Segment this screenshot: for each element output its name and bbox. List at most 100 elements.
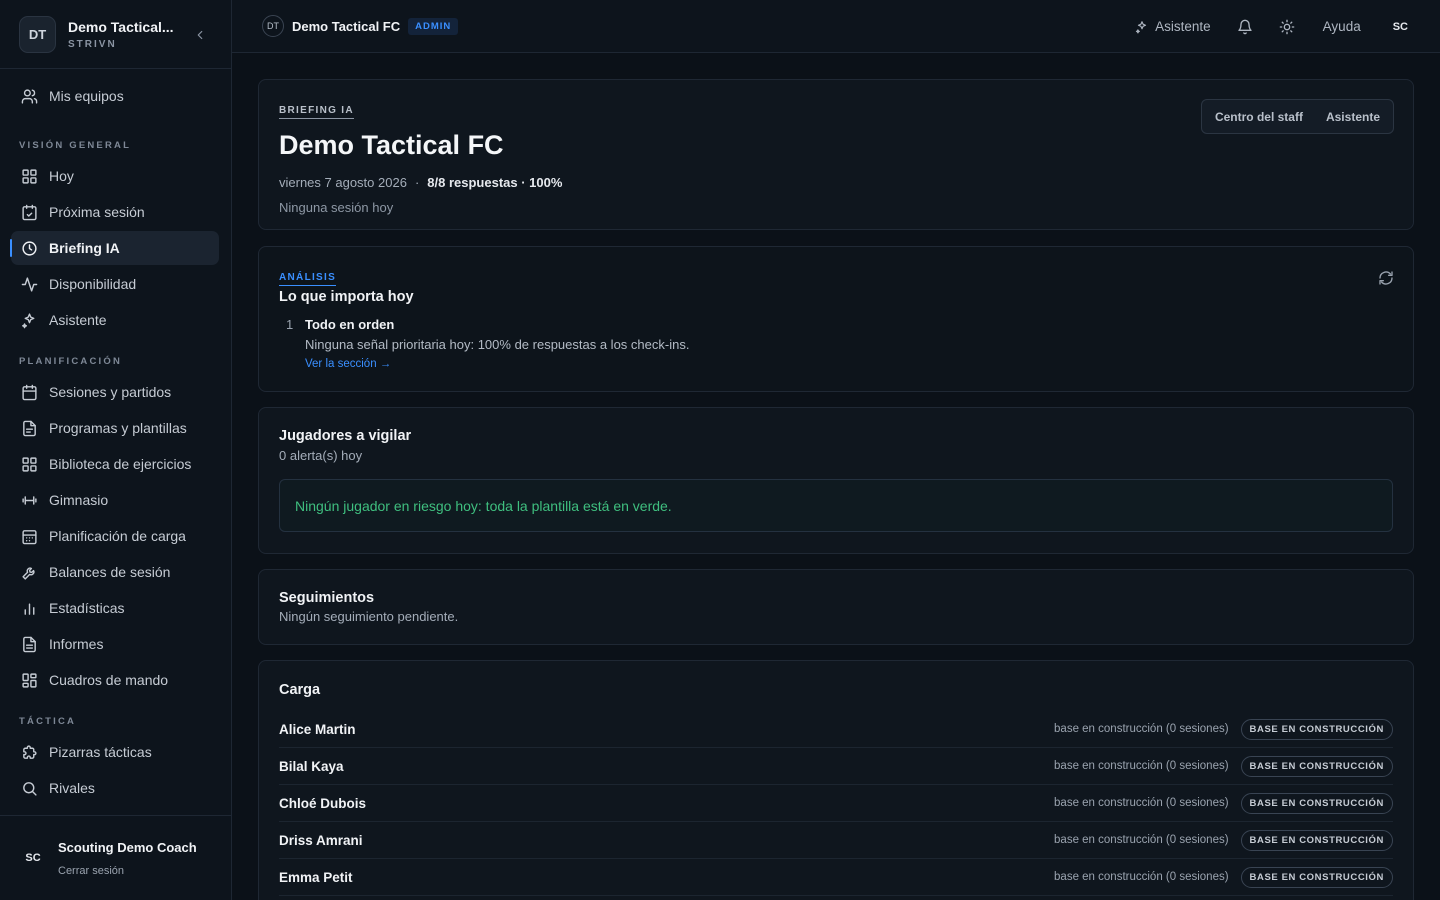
player-name: Bilal Kaya [279,758,344,774]
sun-icon[interactable] [1279,19,1295,35]
sidebar-item-programas-y-plantillas[interactable]: Programas y plantillas [11,411,219,445]
watch-ok-message: Ningún jugador en riesgo hoy: toda la pl… [279,479,1393,532]
watch-sub: 0 alerta(s) hoy [279,448,363,463]
sidebar-item-balances-de-sesión[interactable]: Balances de sesión [11,555,219,589]
watch-title: Jugadores a vigilar [279,428,412,444]
sidebar-item-label: Asistente [49,312,107,328]
table-row[interactable]: Bilal Kaya base en construcción (0 sesion… [279,748,1393,785]
bell-icon[interactable] [1237,19,1253,35]
table-row[interactable]: Emma Petit base en construcción (0 sesion… [279,859,1393,896]
sidebar-item-rivales[interactable]: Rivales [11,771,219,805]
table-row[interactable]: Chloé Dubois base en construcción (0 sesi… [279,785,1393,822]
sidebar-item-label: Próxima sesión [49,204,145,220]
bar-chart-icon [24,603,35,615]
sidebar-item-cuadros-de-mando[interactable]: Cuadros de mando [11,663,219,697]
staff-center-button[interactable]: Centro del staff [1215,110,1303,124]
sidebar-item-disponibilidad[interactable]: Disponibilidad [11,267,219,301]
load-list: Alice Martin base en construcción (0 sesi… [279,711,1393,896]
sidebar-item-gimnasio[interactable]: Gimnasio [11,483,219,517]
followups-card: Seguimientos Ningún seguimiento pendient… [258,569,1414,645]
grid-icon [22,168,37,184]
help-link[interactable]: Ayuda [1323,19,1361,34]
sidebar-item-estadísticas[interactable]: Estadísticas [11,591,219,625]
briefing-assistant-button[interactable]: Asistente [1326,110,1380,124]
wrench-icon [22,566,35,580]
analysis-title: Lo que importa hoy [279,289,414,305]
role-badge: ADMIN [408,17,459,35]
sidebar-item-label: Briefing IA [49,240,120,256]
briefing-actions: Centro del staff Asistente [1200,99,1394,134]
sidebar-item-label: Planificación de carga [49,528,186,544]
org-subtitle: STRIVN [68,38,117,50]
logout-link[interactable]: Cerrar sesión [58,865,197,877]
sidebar-section-title: PLANIFICACIÓN [19,356,123,367]
sidebar-item-briefing-ia[interactable]: Briefing IA [10,231,219,265]
sidebar-item-label: Cuadros de mando [49,672,169,688]
load-status-text: base en construcción (0 sesiones) [1054,834,1229,846]
org-logo[interactable]: DT [19,15,56,53]
sidebar-item-label: Programas y plantillas [49,420,187,436]
meta-separator: · [414,175,420,190]
analysis-eyebrow: ANÁLISIS [279,272,337,286]
user-avatar[interactable]: SC [16,841,50,875]
assistant-button[interactable]: Asistente [1135,19,1211,34]
table-row[interactable]: Alice Martin base en construcción (0 sesi… [279,711,1393,748]
puzzle-icon [23,744,37,759]
page-title: Demo Tactical FC [279,130,504,160]
no-session-text: Ninguna sesión hoy [279,200,394,215]
sidebar-item-informes[interactable]: Informes [11,627,219,661]
player-name: Alice Martin [279,721,356,737]
analysis-item-desc: Ninguna señal prioritaria hoy: 100% de r… [305,337,690,352]
sidebar-item-próxima-sesión[interactable]: Próxima sesión [11,195,219,229]
load-status-text: base en construcción (0 sesiones) [1054,871,1229,883]
refresh-icon[interactable] [1378,270,1394,286]
sidebar-item-label: Hoy [49,168,74,184]
status-badge: BASE EN CONSTRUCCIÓN [1240,792,1393,814]
sidebar-item-asistente[interactable]: Asistente [11,303,219,337]
team-logo: DT [262,15,284,37]
sidebar-item-mis-equipos[interactable]: Mis equipos [11,79,219,113]
activity-icon [21,276,38,292]
dumbbell-icon [22,495,37,505]
calendar-icon [22,384,37,400]
chevron-left-icon[interactable] [193,28,207,42]
sidebar-section-title: VISIÓN GENERAL [19,140,132,151]
clock-icon [22,240,37,256]
briefing-meta: viernes 7 agosto 2026 · 8/8 respuestas ·… [279,175,1393,190]
sidebar-header: DT Demo Tactical... STRIVN [0,0,231,69]
sidebar-item-label: Mis equipos [49,88,124,104]
sidebar-item-label: Pizarras tácticas [49,744,152,760]
sparkles-icon [1136,20,1147,33]
sidebar-item-planificación-de-carga[interactable]: Planificación de carga [11,519,219,553]
sidebar-item-biblioteca-de-ejercicios[interactable]: Biblioteca de ejercicios [11,447,219,481]
sidebar-item-label: Informes [49,636,104,652]
player-name: Emma Petit [279,869,353,885]
load-status-text: base en construcción (0 sesiones) [1054,760,1229,772]
sidebar-item-sesiones-y-partidos[interactable]: Sesiones y partidos [11,375,219,409]
sidebar-item-hoy[interactable]: Hoy [11,159,219,193]
status-badge: BASE EN CONSTRUCCIÓN [1240,755,1393,777]
topbar-avatar[interactable]: SC [1393,21,1408,33]
org-info[interactable]: Demo Tactical... STRIVN [68,19,174,50]
team-name: Demo Tactical FC [292,18,401,34]
player-name: Driss Amrani [279,832,363,848]
briefing-card: BRIEFING IA Demo Tactical FC viernes 7 a… [258,79,1414,230]
analysis-item-number: 1 [286,317,294,332]
table-row[interactable]: Driss Amrani base en construcción (0 sesi… [279,822,1393,859]
view-section-link[interactable]: Ver la sección → [305,358,689,370]
users-icon [21,88,38,104]
sparkles-icon [22,312,35,328]
load-title: Carga [279,682,321,698]
sidebar-item-label: Gimnasio [49,492,109,508]
briefing-eyebrow: BRIEFING IA [279,105,354,119]
analysis-card: ANÁLISIS Lo que importa hoy 1 Todo en or… [258,246,1414,392]
sidebar-nav: Mis equipos VISIÓN GENERAL Hoy Próxima sesi… [0,69,231,805]
grid-icon [22,456,37,472]
file-icon [23,420,36,436]
search-icon [23,781,37,796]
sidebar-item-label: Disponibilidad [49,276,137,292]
calendar-check-icon [22,204,37,220]
sidebar-item-pizarras-tácticas[interactable]: Pizarras tácticas [11,735,219,769]
load-status-text: base en construcción (0 sesiones) [1054,797,1229,809]
watch-card: Jugadores a vigilar 0 alerta(s) hoy Ning… [258,407,1414,554]
